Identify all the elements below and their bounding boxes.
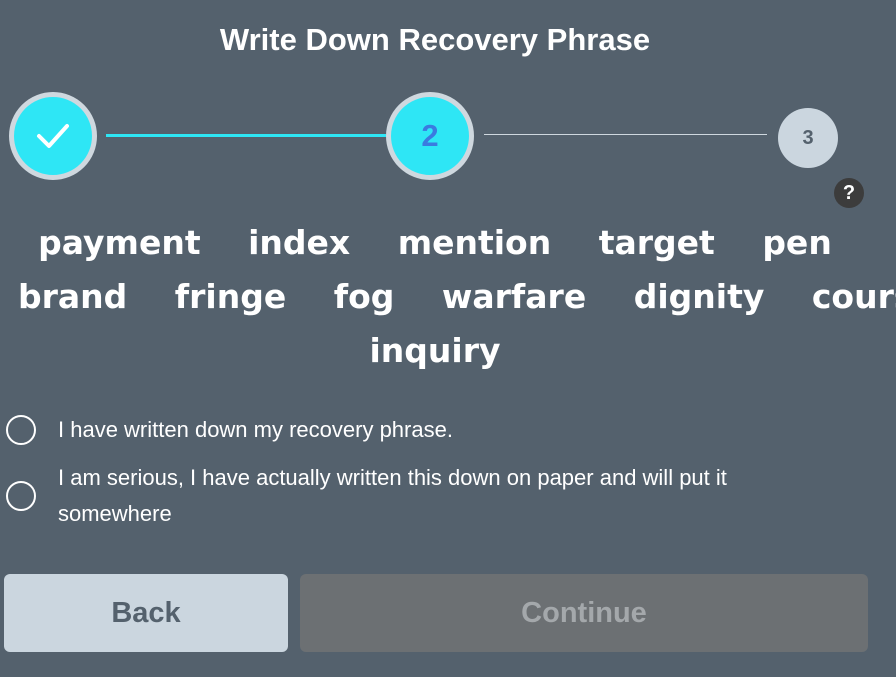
check-icon — [37, 124, 69, 148]
phrase-word: mention — [397, 223, 552, 262]
confirm-serious-option[interactable]: I am serious, I have actually written th… — [6, 460, 826, 532]
phrase-word: dignity — [633, 277, 765, 316]
phrase-word: pen — [762, 223, 832, 262]
phrase-word: fringe — [174, 277, 287, 316]
phrase-row: payment index mention target pen — [0, 216, 870, 270]
confirm-written-option[interactable]: I have written down my recovery phrase. — [6, 412, 453, 448]
page-title: Write Down Recovery Phrase — [219, 22, 651, 57]
back-button[interactable]: Back — [4, 574, 288, 652]
step-3-pending: 3 — [778, 108, 838, 168]
phrase-word: warfare — [441, 277, 587, 316]
phrase-word: brand — [18, 277, 128, 316]
phrase-word: payment — [38, 223, 201, 262]
step-1-complete — [9, 92, 97, 180]
step-connector-2 — [484, 134, 767, 135]
confirm-serious-radio[interactable] — [6, 481, 36, 511]
confirm-serious-label: I am serious, I have actually written th… — [58, 465, 727, 526]
phrase-word: fog — [333, 277, 395, 316]
step-connector-1 — [106, 134, 386, 137]
help-icon-label: ? — [842, 181, 856, 204]
phrase-row: inquiry — [0, 324, 870, 378]
confirm-written-radio[interactable] — [6, 415, 36, 445]
step-2-label: 2 — [421, 118, 439, 153]
phrase-word: index — [248, 223, 351, 262]
phrase-word: inquiry — [369, 331, 501, 370]
phrase-word: course — [811, 277, 896, 316]
phrase-word: target — [598, 223, 715, 262]
phrase-row: brand fringe fog warfare dignity course — [0, 270, 896, 324]
step-2-active: 2 — [386, 92, 474, 180]
continue-button[interactable]: Continue — [300, 574, 868, 652]
step-3-label: 3 — [802, 126, 814, 149]
help-icon[interactable]: ? — [834, 178, 864, 208]
confirm-written-label: I have written down my recovery phrase. — [58, 417, 453, 442]
recovery-phrase: payment index mention target pen brand f… — [0, 216, 896, 378]
progress-stepper: 2 3 — [0, 88, 896, 188]
